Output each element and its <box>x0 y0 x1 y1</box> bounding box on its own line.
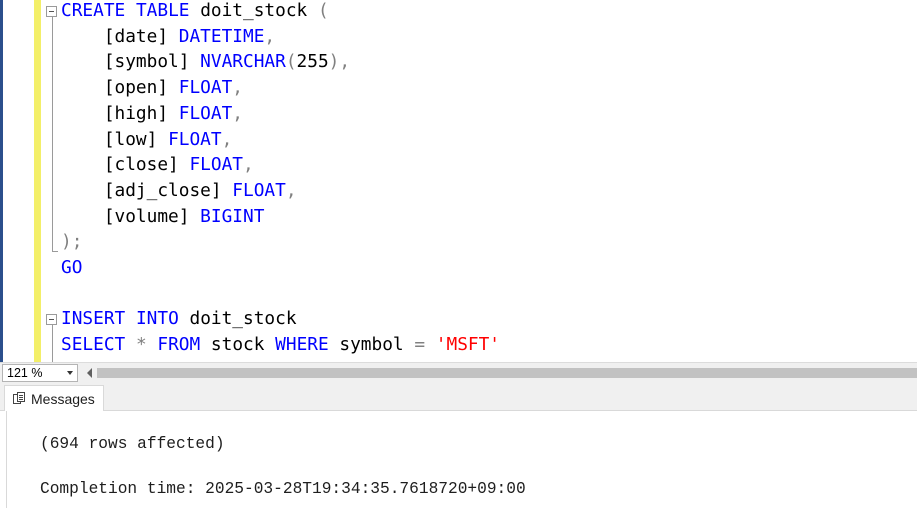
tab-messages-label: Messages <box>31 390 95 407</box>
code-token: , <box>232 77 244 99</box>
code-token: INSERT <box>61 308 126 330</box>
tab-messages[interactable]: Messages <box>4 385 104 411</box>
code-line[interactable]: [high] FLOAT, <box>61 101 243 127</box>
code-token: ), <box>328 51 351 73</box>
outline-line <box>52 325 53 362</box>
code-line[interactable]: [adj_close] FLOAT, <box>61 178 297 204</box>
code-token: BIGINT <box>200 205 265 227</box>
code-token: , <box>285 179 297 201</box>
code-token: 'MSFT' <box>435 334 501 356</box>
code-line[interactable]: INSERT INTO doit_stock <box>61 306 297 332</box>
code-token: * <box>135 334 147 356</box>
editor-left-stripe <box>0 0 3 362</box>
code-token: [close] <box>61 154 190 176</box>
code-line[interactable]: [low] FLOAT, <box>61 127 233 153</box>
message-completion-time: Completion time: 2025-03-28T19:34:35.761… <box>40 480 526 498</box>
code-line[interactable]: [symbol] NVARCHAR(255), <box>61 49 350 75</box>
code-line[interactable]: CREATE TABLE doit_stock ( <box>61 0 329 24</box>
code-token: INTO <box>135 308 179 330</box>
code-token: [adj_close] <box>61 179 233 201</box>
code-token: , <box>264 25 276 47</box>
code-token: ( <box>317 0 329 21</box>
code-token: SELECT <box>61 334 126 356</box>
code-token: WHERE <box>275 334 329 356</box>
code-token: GO <box>61 257 83 278</box>
code-token: stock <box>200 334 276 356</box>
code-token: FLOAT <box>189 154 243 176</box>
code-token: FLOAT <box>168 128 222 150</box>
query-editor[interactable]: CREATE TABLE doit_stock ( [date] DATETIM… <box>0 0 917 362</box>
results-tabs: Messages <box>0 383 917 411</box>
code-token: , <box>232 102 244 124</box>
change-tracking-margin <box>34 0 41 362</box>
collapse-minus-icon[interactable] <box>46 314 57 325</box>
code-token: [low] <box>61 128 169 150</box>
code-token: [date] <box>61 25 179 47</box>
messages-icon <box>13 392 26 405</box>
code-line[interactable]: SELECT * FROM stock WHERE symbol = 'MSFT… <box>61 332 500 358</box>
pane-edge <box>6 411 7 508</box>
code-line[interactable]: GO <box>61 255 82 281</box>
collapse-minus-icon[interactable] <box>46 6 57 17</box>
horizontal-scrollbar[interactable] <box>97 367 917 379</box>
code-token: FLOAT <box>178 102 233 124</box>
code-line[interactable]: [open] FLOAT, <box>61 75 243 101</box>
code-token: ( <box>285 51 297 73</box>
code-token: FLOAT <box>178 77 233 99</box>
code-line[interactable]: [volume] BIGINT <box>61 204 265 230</box>
code-token: FROM <box>157 334 201 356</box>
messages-pane[interactable]: (694 rows affected) Completion time: 202… <box>0 411 917 508</box>
code-token: 255 <box>296 51 329 73</box>
editor-status-row: 121 % <box>0 362 917 383</box>
code-token: [open] <box>61 77 179 99</box>
code-token: FLOAT <box>232 179 286 201</box>
chevron-down-icon[interactable] <box>67 371 73 375</box>
code-token: [symbol] <box>61 51 201 73</box>
zoom-select[interactable]: 121 % <box>2 364 78 382</box>
code-token: doit_stock <box>189 0 318 21</box>
code-line[interactable]: [close] FLOAT, <box>61 152 254 178</box>
code-token: = <box>414 334 426 356</box>
horizontal-scroll-thumb[interactable] <box>97 368 917 378</box>
outline-line <box>52 17 53 251</box>
zoom-value: 121 % <box>7 366 43 380</box>
code-token: , <box>243 154 254 176</box>
code-token: NVARCHAR <box>200 51 286 73</box>
code-token: ); <box>61 231 83 253</box>
code-token: DATETIME <box>178 25 265 47</box>
code-token: , <box>221 128 233 150</box>
message-rows-affected: (694 rows affected) <box>40 435 225 453</box>
scroll-left-arrow-icon[interactable] <box>87 368 92 378</box>
outline-end <box>52 251 58 252</box>
code-token: TABLE <box>135 0 190 21</box>
code-line[interactable]: [date] DATETIME, <box>61 24 275 50</box>
code-line[interactable]: ); <box>61 229 82 255</box>
code-token: doit_stock <box>178 308 297 330</box>
code-token: symbol <box>328 334 415 356</box>
code-token: CREATE <box>61 0 126 21</box>
code-token: [volume] <box>61 205 201 227</box>
code-token: [high] <box>61 102 179 124</box>
